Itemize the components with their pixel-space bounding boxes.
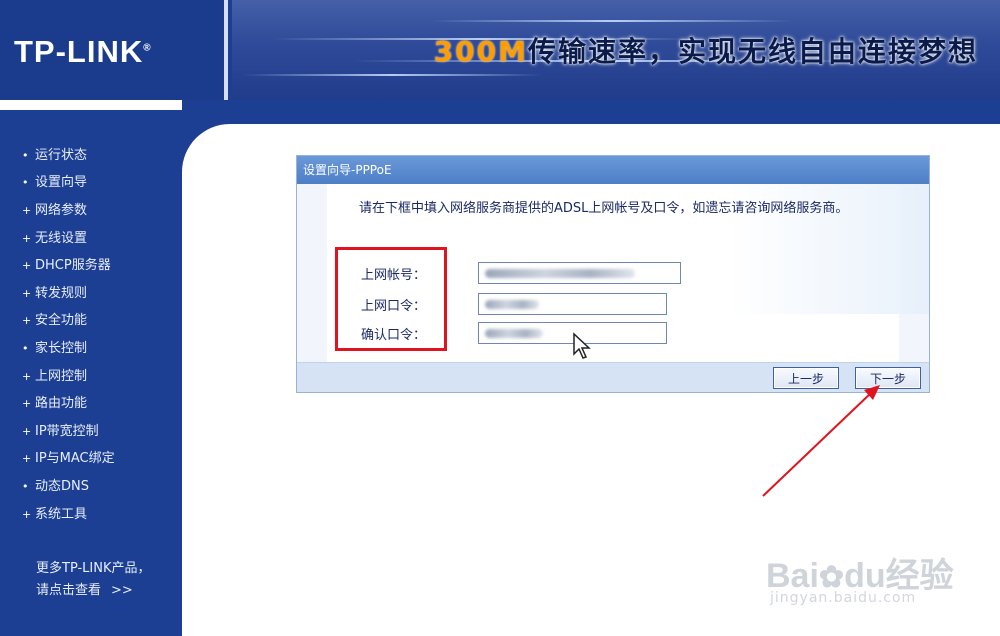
- sidebar-item-label: 家长控制: [35, 340, 88, 356]
- registered-mark: ®: [143, 42, 152, 54]
- next-button[interactable]: 下一步: [855, 367, 921, 389]
- sidebar-item-wireless[interactable]: + 无线设置: [22, 225, 115, 253]
- plus-icon: +: [22, 424, 32, 438]
- sidebar-item-label: 设置向导: [35, 175, 88, 191]
- tp-link-logo: TP-LINK®: [14, 34, 152, 70]
- sidebar: • 运行状态 • 设置向导 + 网络参数 + 无线设置 + DHCP服务器 + 转发规则 +…: [0, 110, 182, 636]
- sidebar-item-label: 动态DNS: [35, 478, 89, 494]
- sidebar-item-label: DHCP服务器: [35, 258, 111, 274]
- sidebar-item-label: 上网控制: [35, 368, 88, 384]
- plus-icon: +: [22, 397, 32, 411]
- sidebar-item-system-tools[interactable]: + 系统工具: [22, 501, 115, 529]
- sidebar-item-label: IP带宽控制: [35, 423, 99, 439]
- plus-icon: +: [22, 507, 32, 521]
- bullet-icon: •: [22, 176, 29, 190]
- banner-slogan: 300M传输速率，实现无线自由连接梦想: [434, 30, 978, 70]
- bullet-icon: •: [22, 148, 29, 162]
- slogan-text: 传输速率，实现无线自由连接梦想: [527, 35, 978, 68]
- confirm-label: 确认口令：: [361, 327, 427, 343]
- double-arrow-icon: >>: [111, 583, 133, 598]
- sidebar-item-ddns[interactable]: • 动态DNS: [22, 473, 115, 501]
- plus-icon: +: [22, 314, 32, 328]
- sidebar-item-access-control[interactable]: + 上网控制: [22, 363, 115, 391]
- plus-icon: +: [22, 286, 32, 300]
- bullet-icon: •: [22, 479, 29, 493]
- sidebar-item-dhcp[interactable]: + DHCP服务器: [22, 252, 115, 280]
- sidebar-item-routing[interactable]: + 路由功能: [22, 390, 115, 418]
- account-label: 上网帐号：: [361, 267, 427, 283]
- password-input[interactable]: [478, 293, 667, 315]
- sidebar-item-label: 安全功能: [35, 313, 88, 329]
- prev-button[interactable]: 上一步: [773, 367, 839, 389]
- sidebar-item-label: 系统工具: [35, 506, 88, 522]
- more-products-link[interactable]: 更多TP-LINK产品， 请点击查看 >>: [36, 558, 151, 602]
- sidebar-item-parental[interactable]: • 家长控制: [22, 335, 115, 363]
- banner: 300M传输速率，实现无线自由连接梦想: [232, 0, 1000, 100]
- sidebar-item-ip-mac[interactable]: + IP与MAC绑定: [22, 446, 115, 474]
- sidebar-item-security[interactable]: + 安全功能: [22, 308, 115, 336]
- plus-icon: +: [22, 203, 32, 217]
- header: TP-LINK® 300M传输速率，实现无线自由连接梦想: [0, 0, 1000, 100]
- sidebar-item-label: 转发规则: [35, 285, 88, 301]
- sidebar-item-label: 运行状态: [35, 147, 88, 163]
- dialog-footer: 上一步 下一步: [297, 362, 929, 392]
- password-label: 上网口令：: [361, 298, 427, 314]
- logo-area: TP-LINK®: [0, 0, 228, 100]
- sidebar-item-wizard[interactable]: • 设置向导: [22, 170, 115, 198]
- sidebar-item-label: 网络参数: [35, 202, 88, 218]
- plus-icon: +: [22, 231, 32, 245]
- sidebar-item-forwarding[interactable]: + 转发规则: [22, 280, 115, 308]
- slogan-accent: 300M: [433, 35, 528, 68]
- plus-icon: +: [22, 369, 32, 383]
- sidebar-item-status[interactable]: • 运行状态: [22, 142, 115, 170]
- bullet-icon: •: [22, 341, 29, 355]
- sidebar-item-label: 无线设置: [35, 230, 88, 246]
- nav-list: • 运行状态 • 设置向导 + 网络参数 + 无线设置 + DHCP服务器 + 转发规则 +…: [22, 142, 115, 528]
- more-line2: 请点击查看: [36, 583, 102, 598]
- account-input[interactable]: [478, 262, 681, 284]
- sidebar-item-label: IP与MAC绑定: [35, 451, 115, 467]
- logo-text: TP-LINK: [14, 34, 144, 69]
- dialog-title: 设置向导-PPPoE: [297, 156, 929, 184]
- wizard-dialog: 设置向导-PPPoE 请在下框中填入网络服务商提供的ADSL上网帐号及口令，如遗…: [296, 155, 930, 393]
- sidebar-item-network[interactable]: + 网络参数: [22, 197, 115, 225]
- sidebar-item-bandwidth[interactable]: + IP带宽控制: [22, 418, 115, 446]
- watermark-url: jingyan.baidu.com: [770, 590, 917, 606]
- more-line1: 更多TP-LINK产品，: [36, 561, 151, 576]
- mouse-cursor-icon: [573, 332, 591, 359]
- intro-text: 请在下框中填入网络服务商提供的ADSL上网帐号及口令，如遗忘请咨询网络服务商。: [359, 201, 849, 216]
- plus-icon: +: [22, 452, 32, 466]
- sidebar-item-label: 路由功能: [35, 396, 88, 412]
- plus-icon: +: [22, 259, 32, 273]
